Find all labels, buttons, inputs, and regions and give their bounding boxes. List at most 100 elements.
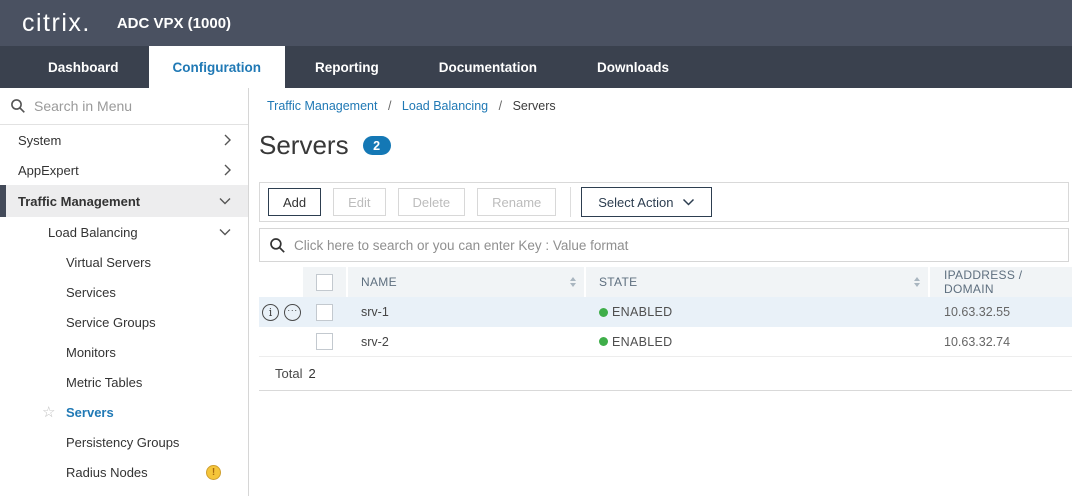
table-row[interactable]: srv-2 ENABLED 10.63.32.74 xyxy=(259,327,1072,357)
select-action-dropdown[interactable]: Select Action xyxy=(581,187,712,217)
sidebar-item-label: Radius Nodes xyxy=(66,465,148,480)
sidebar-item-virtual-servers[interactable]: Virtual Servers xyxy=(0,247,248,277)
page-title-row: Servers 2 xyxy=(259,130,391,161)
cell-ipaddress: 10.63.32.74 xyxy=(930,327,1072,356)
favorite-star-icon[interactable]: ☆ xyxy=(42,405,55,420)
state-text: ENABLED xyxy=(612,335,672,349)
server-name: srv-2 xyxy=(361,335,389,349)
sidebar-item-radius-nodes[interactable]: Radius Nodes ! xyxy=(0,457,248,487)
column-label-ipaddress: IPADDRESS / DOMAIN xyxy=(944,268,1072,296)
cell-name: srv-2 xyxy=(348,327,584,356)
breadcrumb: Traffic Management / Load Balancing / Se… xyxy=(267,99,556,113)
tab-documentation[interactable]: Documentation xyxy=(409,46,567,88)
sidebar-item-label: AppExpert xyxy=(18,163,79,178)
row-checkbox-cell xyxy=(303,327,346,356)
info-icon[interactable]: i xyxy=(262,304,279,321)
cell-state: ENABLED xyxy=(586,327,928,356)
breadcrumb-traffic-management[interactable]: Traffic Management xyxy=(267,99,377,113)
table-search-bar[interactable] xyxy=(259,228,1069,262)
tab-reporting[interactable]: Reporting xyxy=(285,46,409,88)
column-label-name: NAME xyxy=(361,275,397,289)
sidebar-item-label: Servers xyxy=(66,405,114,420)
sidebar-search[interactable] xyxy=(0,88,248,125)
row-action-icons: i ··· xyxy=(259,297,303,327)
sidebar-item-label: Monitors xyxy=(66,345,116,360)
tab-downloads[interactable]: Downloads xyxy=(567,46,699,88)
chevron-down-icon xyxy=(218,228,232,237)
sidebar-item-label: Services xyxy=(66,285,116,300)
sidebar-item-label: Load Balancing xyxy=(48,225,138,240)
sidebar-item-label: Persistency Groups xyxy=(66,435,179,450)
citrix-logo: citrix. xyxy=(22,9,91,38)
ip-address: 10.63.32.74 xyxy=(944,335,1010,349)
enabled-status-dot xyxy=(599,337,608,346)
total-value: 2 xyxy=(308,366,315,381)
sort-icon[interactable] xyxy=(914,277,920,287)
sidebar-item-appexpert[interactable]: AppExpert xyxy=(0,155,248,185)
chevron-down-icon xyxy=(218,197,232,206)
menu-search-input[interactable] xyxy=(34,98,204,114)
cell-ipaddress: 10.63.32.55 xyxy=(930,297,1072,327)
chevron-down-icon xyxy=(682,198,695,206)
sidebar-item-services[interactable]: Services xyxy=(0,277,248,307)
sidebar-item-persistency-groups[interactable]: Persistency Groups xyxy=(0,427,248,457)
state-text: ENABLED xyxy=(612,305,672,319)
sidebar-item-system[interactable]: System xyxy=(0,125,248,155)
header-name[interactable]: NAME xyxy=(348,267,584,297)
cell-name: srv-1 xyxy=(348,297,584,327)
table-search-input[interactable] xyxy=(294,238,1059,253)
sidebar-item-metric-tables[interactable]: Metric Tables xyxy=(0,367,248,397)
sidebar-item-monitors[interactable]: Monitors xyxy=(0,337,248,367)
warning-icon: ! xyxy=(206,465,221,480)
sidebar-item-label: Service Groups xyxy=(66,315,156,330)
toolbar: Add Edit Delete Rename Select Action xyxy=(259,182,1069,222)
breadcrumb-load-balancing[interactable]: Load Balancing xyxy=(402,99,488,113)
tab-dashboard[interactable]: Dashboard xyxy=(18,46,149,88)
primary-nav: Dashboard Configuration Reporting Docume… xyxy=(0,46,1072,88)
server-name: srv-1 xyxy=(361,305,389,319)
row-checkbox-cell xyxy=(303,297,346,327)
tab-configuration[interactable]: Configuration xyxy=(149,46,285,88)
sidebar: System AppExpert Traffic Management Load… xyxy=(0,88,249,496)
header-checkbox-cell xyxy=(303,267,346,297)
breadcrumb-separator: / xyxy=(388,99,391,113)
rename-button[interactable]: Rename xyxy=(477,188,556,216)
sidebar-item-label: Metric Tables xyxy=(66,375,142,390)
table-row[interactable]: i ··· srv-1 ENABLED 10.63.32.55 xyxy=(259,297,1072,327)
sidebar-item-label: Virtual Servers xyxy=(66,255,151,270)
row-checkbox[interactable] xyxy=(316,304,333,321)
sidebar-item-label: System xyxy=(18,133,61,148)
header-ipaddress[interactable]: IPADDRESS / DOMAIN xyxy=(930,267,1072,297)
row-action-icons xyxy=(259,327,303,356)
add-button[interactable]: Add xyxy=(268,188,321,216)
servers-table: NAME STATE IPADDRESS / DOMAIN i ··· srv-… xyxy=(259,267,1072,391)
search-icon xyxy=(10,98,26,114)
search-icon xyxy=(269,237,286,254)
main-content: Traffic Management / Load Balancing / Se… xyxy=(250,88,1072,496)
app-header: citrix. ADC VPX (1000) xyxy=(0,0,1072,46)
delete-button[interactable]: Delete xyxy=(398,188,466,216)
cell-state: ENABLED xyxy=(586,297,928,327)
toolbar-divider xyxy=(570,187,571,217)
page-title: Servers xyxy=(259,130,349,161)
table-footer: Total 2 xyxy=(259,357,1072,391)
product-title: ADC VPX (1000) xyxy=(117,15,231,32)
chevron-right-icon xyxy=(223,133,232,147)
sidebar-item-traffic-management[interactable]: Traffic Management xyxy=(0,185,248,217)
header-state[interactable]: STATE xyxy=(586,267,928,297)
sidebar-item-label: Traffic Management xyxy=(18,194,140,209)
column-label-state: STATE xyxy=(599,275,637,289)
ip-address: 10.63.32.55 xyxy=(944,305,1010,319)
select-all-checkbox[interactable] xyxy=(316,274,333,291)
row-checkbox[interactable] xyxy=(316,333,333,350)
edit-button[interactable]: Edit xyxy=(333,188,385,216)
ellipsis-menu-icon[interactable]: ··· xyxy=(284,304,301,321)
header-icons-spacer xyxy=(259,267,303,297)
sort-icon[interactable] xyxy=(570,277,576,287)
total-label: Total xyxy=(275,366,302,381)
sidebar-item-service-groups[interactable]: Service Groups xyxy=(0,307,248,337)
sidebar-item-load-balancing[interactable]: Load Balancing xyxy=(0,217,248,247)
breadcrumb-current: Servers xyxy=(513,99,556,113)
sidebar-item-servers[interactable]: ☆ Servers xyxy=(0,397,248,427)
breadcrumb-separator: / xyxy=(499,99,502,113)
